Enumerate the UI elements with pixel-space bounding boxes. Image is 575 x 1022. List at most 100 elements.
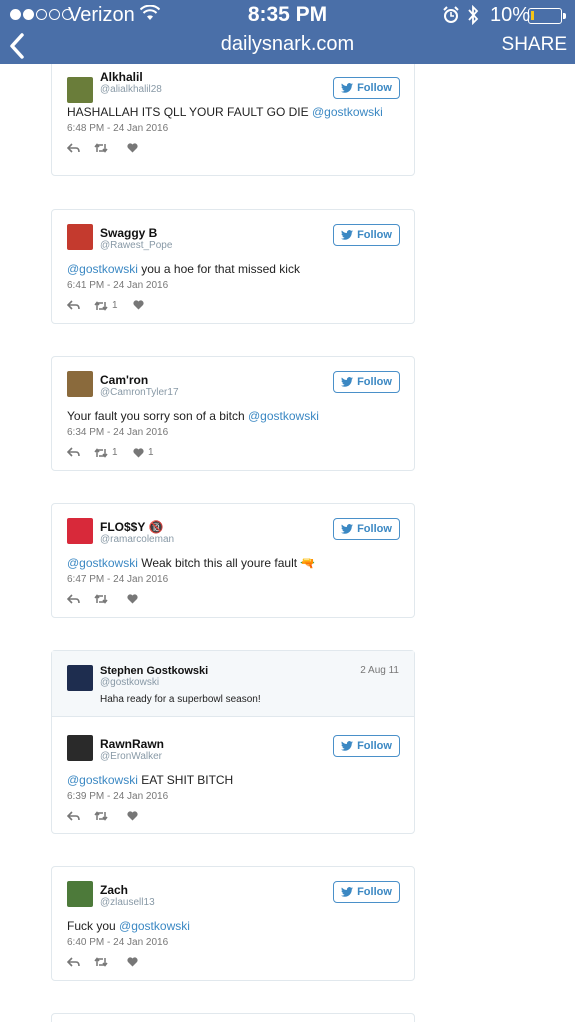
heart-icon[interactable]: [127, 957, 142, 967]
avatar[interactable]: [67, 881, 93, 907]
user-handle[interactable]: @alialkhalil28: [100, 84, 162, 95]
retweet-icon[interactable]: [94, 143, 112, 153]
reply-icon[interactable]: [67, 143, 80, 153]
battery-icon: [528, 8, 566, 24]
retweet-count: 1: [112, 300, 118, 311]
follow-button[interactable]: Follow: [333, 735, 400, 757]
follow-label: Follow: [357, 740, 392, 752]
reply-icon[interactable]: [67, 447, 80, 457]
user-handle[interactable]: @CamronTyler17: [100, 387, 179, 398]
reply-icon[interactable]: [67, 957, 80, 967]
heart-icon[interactable]: [127, 143, 142, 153]
avatar[interactable]: [67, 224, 93, 250]
avatar[interactable]: [67, 371, 93, 397]
heart-icon[interactable]: [133, 300, 148, 310]
browser-nav-bar: dailysnark.com SHARE: [0, 30, 575, 64]
clock: 8:35 PM: [247, 3, 328, 26]
user-handle[interactable]: @EronWalker: [100, 751, 162, 762]
tweet-card: FLO$$Y 🔞 @ramarcoleman Follow @gostkowsk…: [51, 503, 415, 618]
tweet-timestamp[interactable]: 6:48 PM - 24 Jan 2016: [67, 123, 168, 134]
tweet-timestamp[interactable]: 6:34 PM - 24 Jan 2016: [67, 427, 168, 438]
mention-link[interactable]: @gostkowski: [312, 105, 383, 119]
avatar[interactable]: [67, 665, 93, 691]
heart-icon[interactable]: [127, 594, 142, 604]
retweet-icon[interactable]: [94, 811, 112, 821]
user-handle[interactable]: @ramarcoleman: [100, 534, 174, 545]
retweet-icon[interactable]: 1: [94, 447, 118, 458]
quoted-user-name[interactable]: Stephen Gostkowski: [100, 665, 208, 677]
tweet-text: HASHALLAH ITS QLL YOUR FAULT GO DIE @gos…: [67, 105, 383, 119]
share-button[interactable]: SHARE: [502, 34, 567, 56]
tweet-card: Cam'ron @CamronTyler17 Follow Your fault…: [51, 356, 415, 471]
user-name[interactable]: Zach: [100, 883, 128, 897]
mention-link[interactable]: @gostkowski: [67, 262, 138, 276]
tweet-text: Your fault you sorry son of a bitch @gos…: [67, 409, 319, 423]
twitter-bird-icon: [341, 741, 354, 751]
reply-icon[interactable]: [67, 811, 80, 821]
follow-label: Follow: [357, 886, 392, 898]
follow-button[interactable]: Follow: [333, 224, 400, 246]
follow-label: Follow: [357, 376, 392, 388]
twitter-bird-icon: [341, 524, 354, 534]
retweet-icon[interactable]: [94, 594, 112, 604]
twitter-bird-icon: [341, 83, 354, 93]
no-under-eighteen-emoji: 🔞: [148, 520, 164, 534]
bluetooth-icon: [466, 4, 480, 30]
user-handle[interactable]: @Rawest_Pope: [100, 240, 172, 251]
heart-icon[interactable]: 1: [133, 447, 154, 458]
pistol-emoji: 🔫: [300, 556, 316, 570]
retweet-count: 1: [112, 447, 118, 458]
tweet-timestamp[interactable]: 6:41 PM - 24 Jan 2016: [67, 280, 168, 291]
tweet-card: Stephen Gostkowski @gostkowski 2 Aug 11 …: [51, 650, 415, 834]
avatar[interactable]: [67, 77, 93, 103]
like-count: 1: [148, 447, 154, 458]
site-domain: dailysnark.com: [220, 33, 355, 55]
tweet-text: @gostkowski EAT SHIT BITCH: [67, 773, 234, 787]
tweet-text: Fuck you @gostkowski: [67, 919, 190, 933]
alarm-icon: [443, 6, 459, 29]
status-bar: Verizon 8:35 PM 10%: [0, 0, 575, 30]
reply-icon[interactable]: [67, 594, 80, 604]
tweet-card: Swaggy B @Rawest_Pope Follow @gostkowski…: [51, 209, 415, 324]
user-handle[interactable]: @zlausell13: [100, 897, 155, 908]
twitter-bird-icon: [341, 230, 354, 240]
mention-link[interactable]: @gostkowski: [119, 919, 190, 933]
reply-icon[interactable]: [67, 300, 80, 310]
tweet-card: Alkhalil @alialkhalil28 Follow HASHALLAH…: [51, 64, 415, 176]
avatar[interactable]: [67, 735, 93, 761]
follow-label: Follow: [357, 523, 392, 535]
follow-label: Follow: [357, 82, 392, 94]
user-name[interactable]: FLO$$Y 🔞: [100, 520, 163, 534]
tweet-card: Zach @zlausell13 Follow Fuck you @gostko…: [51, 866, 415, 981]
twitter-bird-icon: [341, 887, 354, 897]
mention-link[interactable]: @gostkowski: [248, 409, 319, 423]
tweet-timestamp[interactable]: 6:47 PM - 24 Jan 2016: [67, 574, 168, 585]
retweet-icon[interactable]: 1: [94, 300, 118, 311]
follow-button[interactable]: Follow: [333, 77, 400, 99]
follow-button[interactable]: Follow: [333, 518, 400, 540]
avatar[interactable]: [67, 518, 93, 544]
user-name[interactable]: Cam'ron: [100, 373, 148, 387]
mention-link[interactable]: @gostkowski: [67, 773, 138, 787]
follow-label: Follow: [357, 229, 392, 241]
quoted-tweet[interactable]: Stephen Gostkowski @gostkowski 2 Aug 11 …: [52, 651, 414, 717]
tweet-text: @gostkowski you a hoe for that missed ki…: [67, 262, 300, 276]
mention-link[interactable]: @gostkowski: [67, 556, 138, 570]
user-name[interactable]: Swaggy B: [100, 226, 157, 240]
quoted-text: Haha ready for a superbowl season!: [100, 694, 261, 705]
quoted-user-handle[interactable]: @gostkowski: [100, 677, 159, 688]
heart-icon[interactable]: [127, 811, 142, 821]
quoted-date[interactable]: 2 Aug 11: [360, 665, 399, 676]
twitter-bird-icon: [341, 377, 354, 387]
user-name[interactable]: RawnRawn: [100, 737, 164, 751]
user-name[interactable]: Alkhalil: [100, 70, 143, 84]
follow-button[interactable]: Follow: [333, 371, 400, 393]
retweet-icon[interactable]: [94, 957, 112, 967]
tweet-timestamp[interactable]: 6:40 PM - 24 Jan 2016: [67, 937, 168, 948]
tweet-feed[interactable]: Alkhalil @alialkhalil28 Follow HASHALLAH…: [0, 64, 575, 1022]
tweet-text: @gostkowski Weak bitch this all youre fa…: [67, 556, 316, 570]
battery-percent: 10%: [490, 4, 531, 26]
tweet-timestamp[interactable]: 6:39 PM - 24 Jan 2016: [67, 791, 168, 802]
tweet-card: [51, 1013, 415, 1022]
follow-button[interactable]: Follow: [333, 881, 400, 903]
